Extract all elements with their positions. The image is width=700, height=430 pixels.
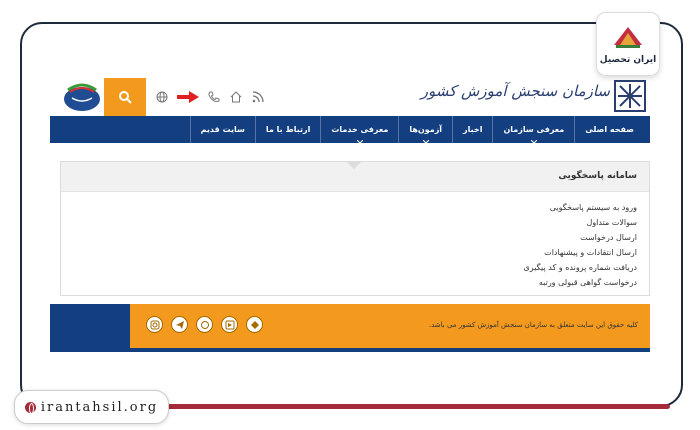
nav-item-3[interactable]: آزمون‌ها bbox=[398, 116, 452, 144]
telegram-icon[interactable] bbox=[171, 316, 188, 333]
search-button[interactable] bbox=[104, 78, 146, 116]
frame-accent-line bbox=[165, 404, 670, 409]
chevron-down-icon bbox=[422, 137, 430, 144]
panel-links: ورود به سیستم پاسخگویی سوالات متداول ارسال… bbox=[524, 200, 637, 290]
site-header: سازمان سنجش آموزش کشور bbox=[50, 78, 650, 116]
chevron-down-icon bbox=[356, 137, 364, 144]
nav-label: آزمون‌ها bbox=[409, 125, 443, 134]
header-icons bbox=[155, 90, 265, 104]
eitaa-icon[interactable] bbox=[196, 316, 213, 333]
social-links bbox=[146, 316, 263, 333]
response-system-panel: سامانه پاسخگویی ورود به سیستم پاسخگویی سو… bbox=[60, 161, 650, 296]
emblem-logo bbox=[58, 78, 106, 116]
watermark-url-box: irantahsil.org bbox=[14, 390, 169, 424]
nav-item-1[interactable]: معرفی سازمان bbox=[492, 116, 574, 144]
globe-icon bbox=[24, 401, 36, 414]
website-screenshot: سازمان سنجش آموزش کشور صفحه اصلی معرفی سا… bbox=[50, 78, 650, 368]
phone-icon[interactable] bbox=[207, 90, 221, 104]
panel-title: سامانه پاسخگویی bbox=[558, 171, 637, 181]
main-navigation: صفحه اصلی معرفی سازمان اخبار آزمون‌ها معرفی … bbox=[50, 116, 650, 144]
nav-item-2[interactable]: اخبار bbox=[452, 116, 492, 143]
panel-link[interactable]: ارسال انتقادات و پیشنهادات bbox=[524, 245, 637, 260]
nav-label: معرفی سازمان bbox=[503, 125, 565, 134]
watermark-url: irantahsil.org bbox=[40, 399, 159, 415]
nav-label: معرفی خدمات bbox=[331, 125, 389, 134]
nav-item-4[interactable]: معرفی خدمات bbox=[320, 116, 398, 144]
instagram-icon[interactable] bbox=[146, 316, 163, 333]
footer-orange-box: کلیه حقوق این سایت متعلق به سازمان سنجش … bbox=[130, 304, 650, 348]
panel-link[interactable]: درخواست گواهی قبولی ورتبه bbox=[524, 275, 637, 290]
rss-icon[interactable] bbox=[251, 90, 265, 104]
nav-label: اخبار bbox=[463, 125, 483, 134]
nav-item-0[interactable]: صفحه اصلی bbox=[574, 116, 644, 143]
search-icon bbox=[119, 91, 132, 104]
panel-link[interactable]: سوالات متداول bbox=[524, 215, 638, 230]
sanjesh-logo bbox=[614, 80, 646, 112]
panel-notch bbox=[346, 161, 362, 169]
home-icon[interactable] bbox=[229, 90, 243, 104]
rubika-icon[interactable] bbox=[246, 316, 263, 333]
nav-label: صفحه اصلی bbox=[585, 125, 634, 134]
nav-item-6[interactable]: سایت قدیم bbox=[189, 116, 255, 143]
panel-link[interactable]: ورود به سیستم پاسخگویی bbox=[524, 200, 637, 215]
globe-icon[interactable] bbox=[155, 90, 169, 104]
irantahsil-badge: ایران تحصیل bbox=[596, 12, 660, 76]
chevron-down-icon bbox=[530, 137, 538, 144]
badge-label: ایران تحصیل bbox=[599, 55, 657, 65]
panel-link[interactable]: ارسال درخواست bbox=[524, 230, 637, 245]
arrow-icon bbox=[177, 90, 199, 104]
nav-label: ارتباط با ما bbox=[265, 125, 311, 134]
nav-label: سایت قدیم bbox=[200, 125, 245, 134]
irantahsil-logo-icon bbox=[610, 23, 646, 51]
site-title: سازمان سنجش آموزش کشور bbox=[420, 82, 610, 100]
aparat-icon[interactable] bbox=[221, 316, 238, 333]
copyright-text: کلیه حقوق این سایت متعلق به سازمان سنجش … bbox=[428, 321, 638, 329]
nav-item-5[interactable]: ارتباط با ما bbox=[254, 116, 320, 143]
panel-link[interactable]: دریافت شماره پرونده و کد پیگیری bbox=[524, 260, 637, 275]
